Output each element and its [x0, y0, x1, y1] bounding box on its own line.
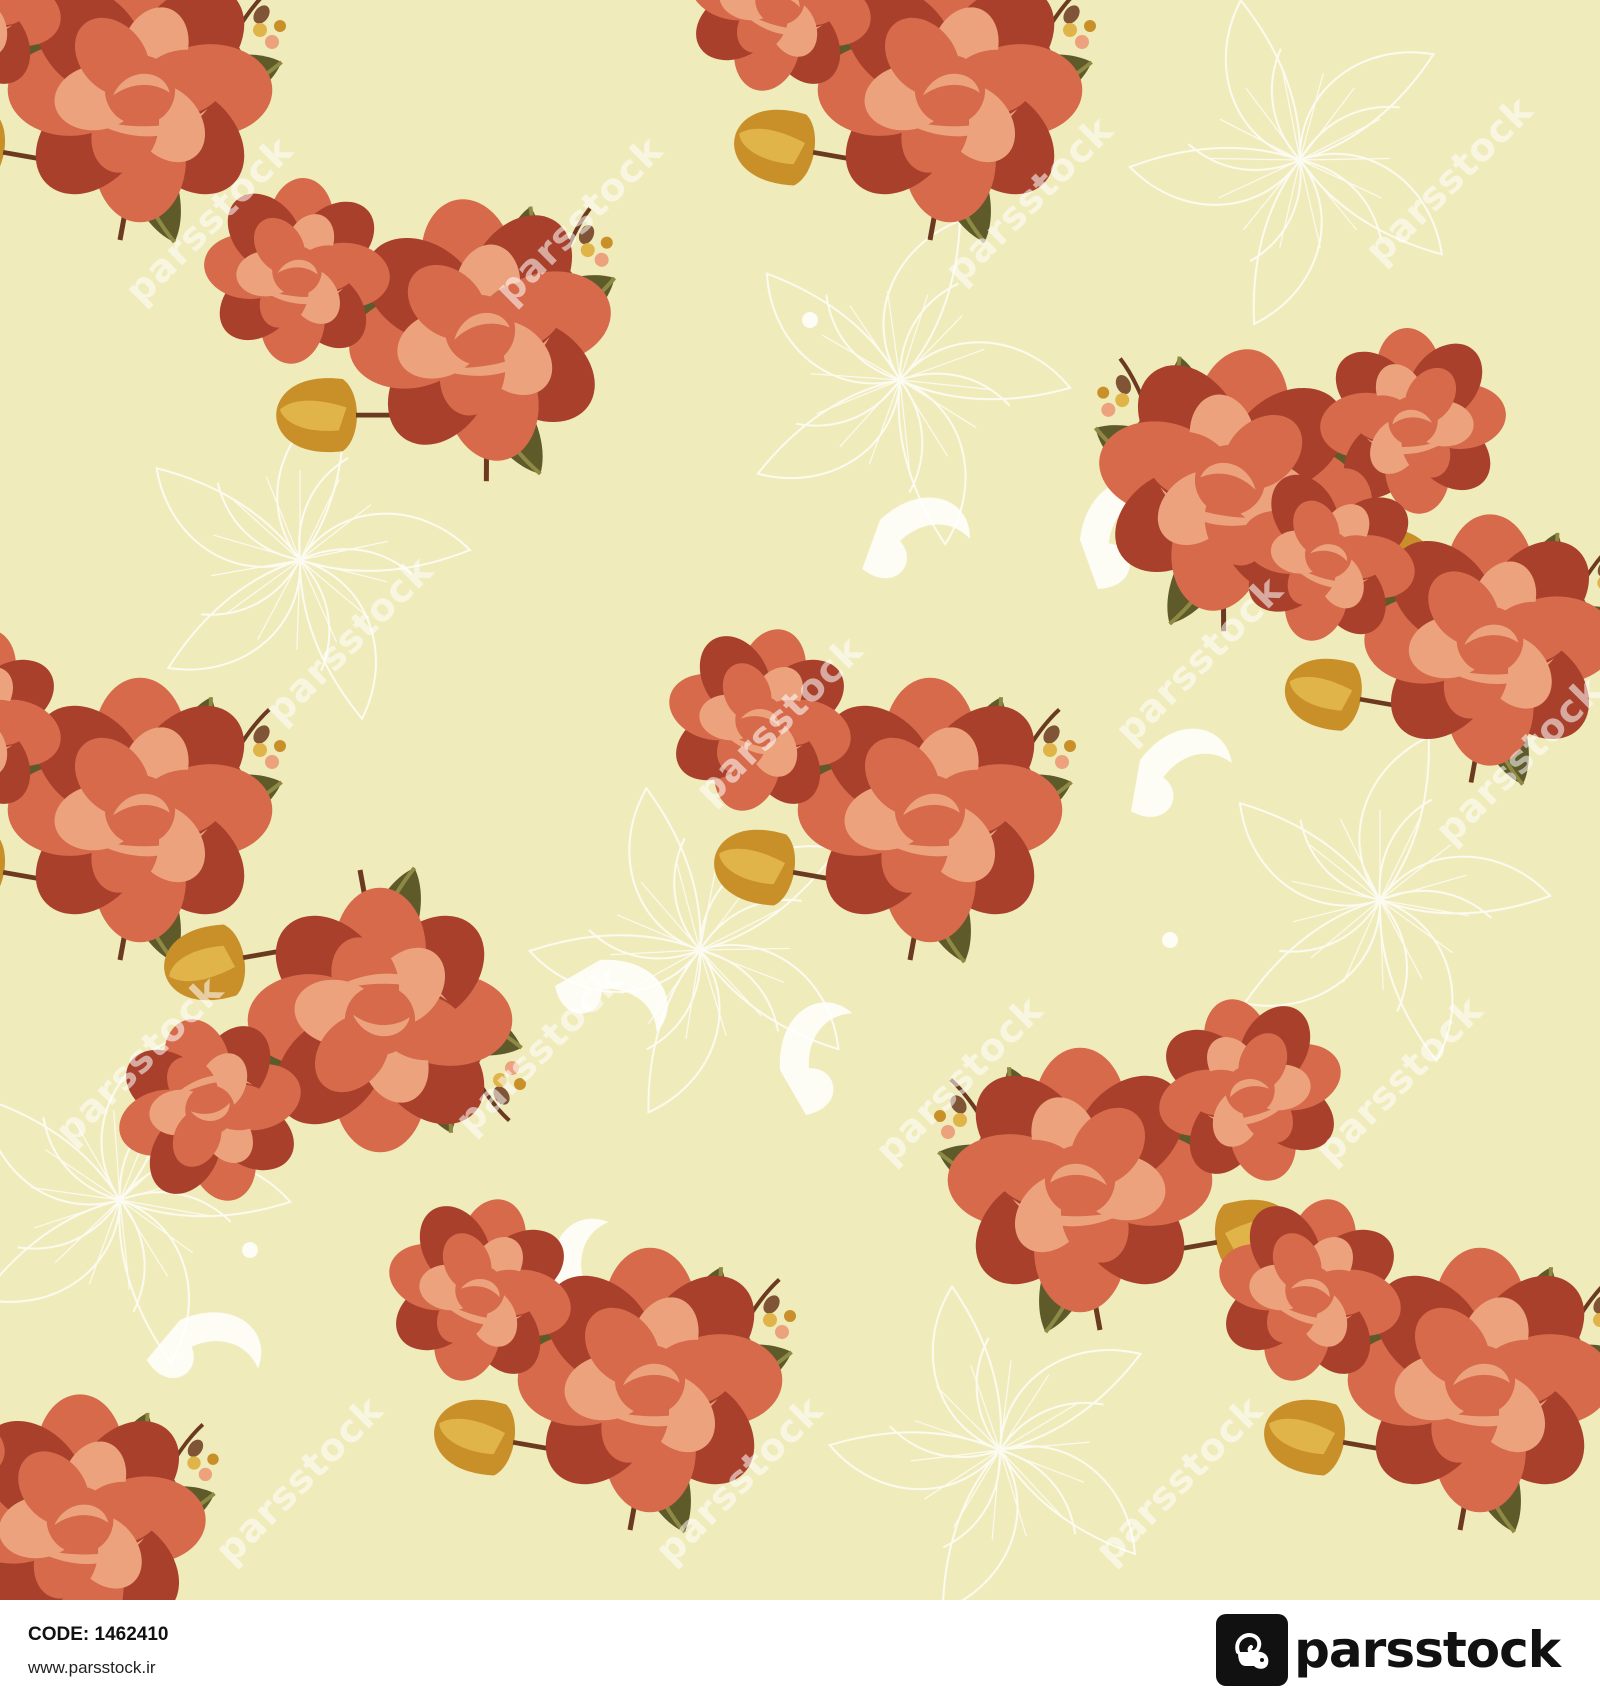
- image-footer: CODE: 1462410 www.parsstock.ir parsstock: [0, 1600, 1600, 1700]
- site-url[interactable]: www.parsstock.ir: [28, 1658, 156, 1678]
- white-dot: [782, 1042, 798, 1058]
- white-dot: [802, 312, 818, 328]
- stock-image-page: parsstock parsstock parsstock parsstock pars…: [0, 0, 1600, 1700]
- ram-logo-icon: [1216, 1614, 1289, 1686]
- code-value: 1462410: [94, 1624, 169, 1645]
- brand-logo[interactable]: parsstock: [1216, 1614, 1561, 1686]
- white-dot: [242, 1242, 258, 1258]
- image-code: CODE: 1462410: [28, 1624, 168, 1646]
- code-label: CODE:: [28, 1624, 90, 1645]
- brand-name: parsstock: [1294, 1621, 1561, 1679]
- floral-pattern-image: parsstock parsstock parsstock parsstock pars…: [0, 0, 1600, 1600]
- white-dot: [1162, 932, 1178, 948]
